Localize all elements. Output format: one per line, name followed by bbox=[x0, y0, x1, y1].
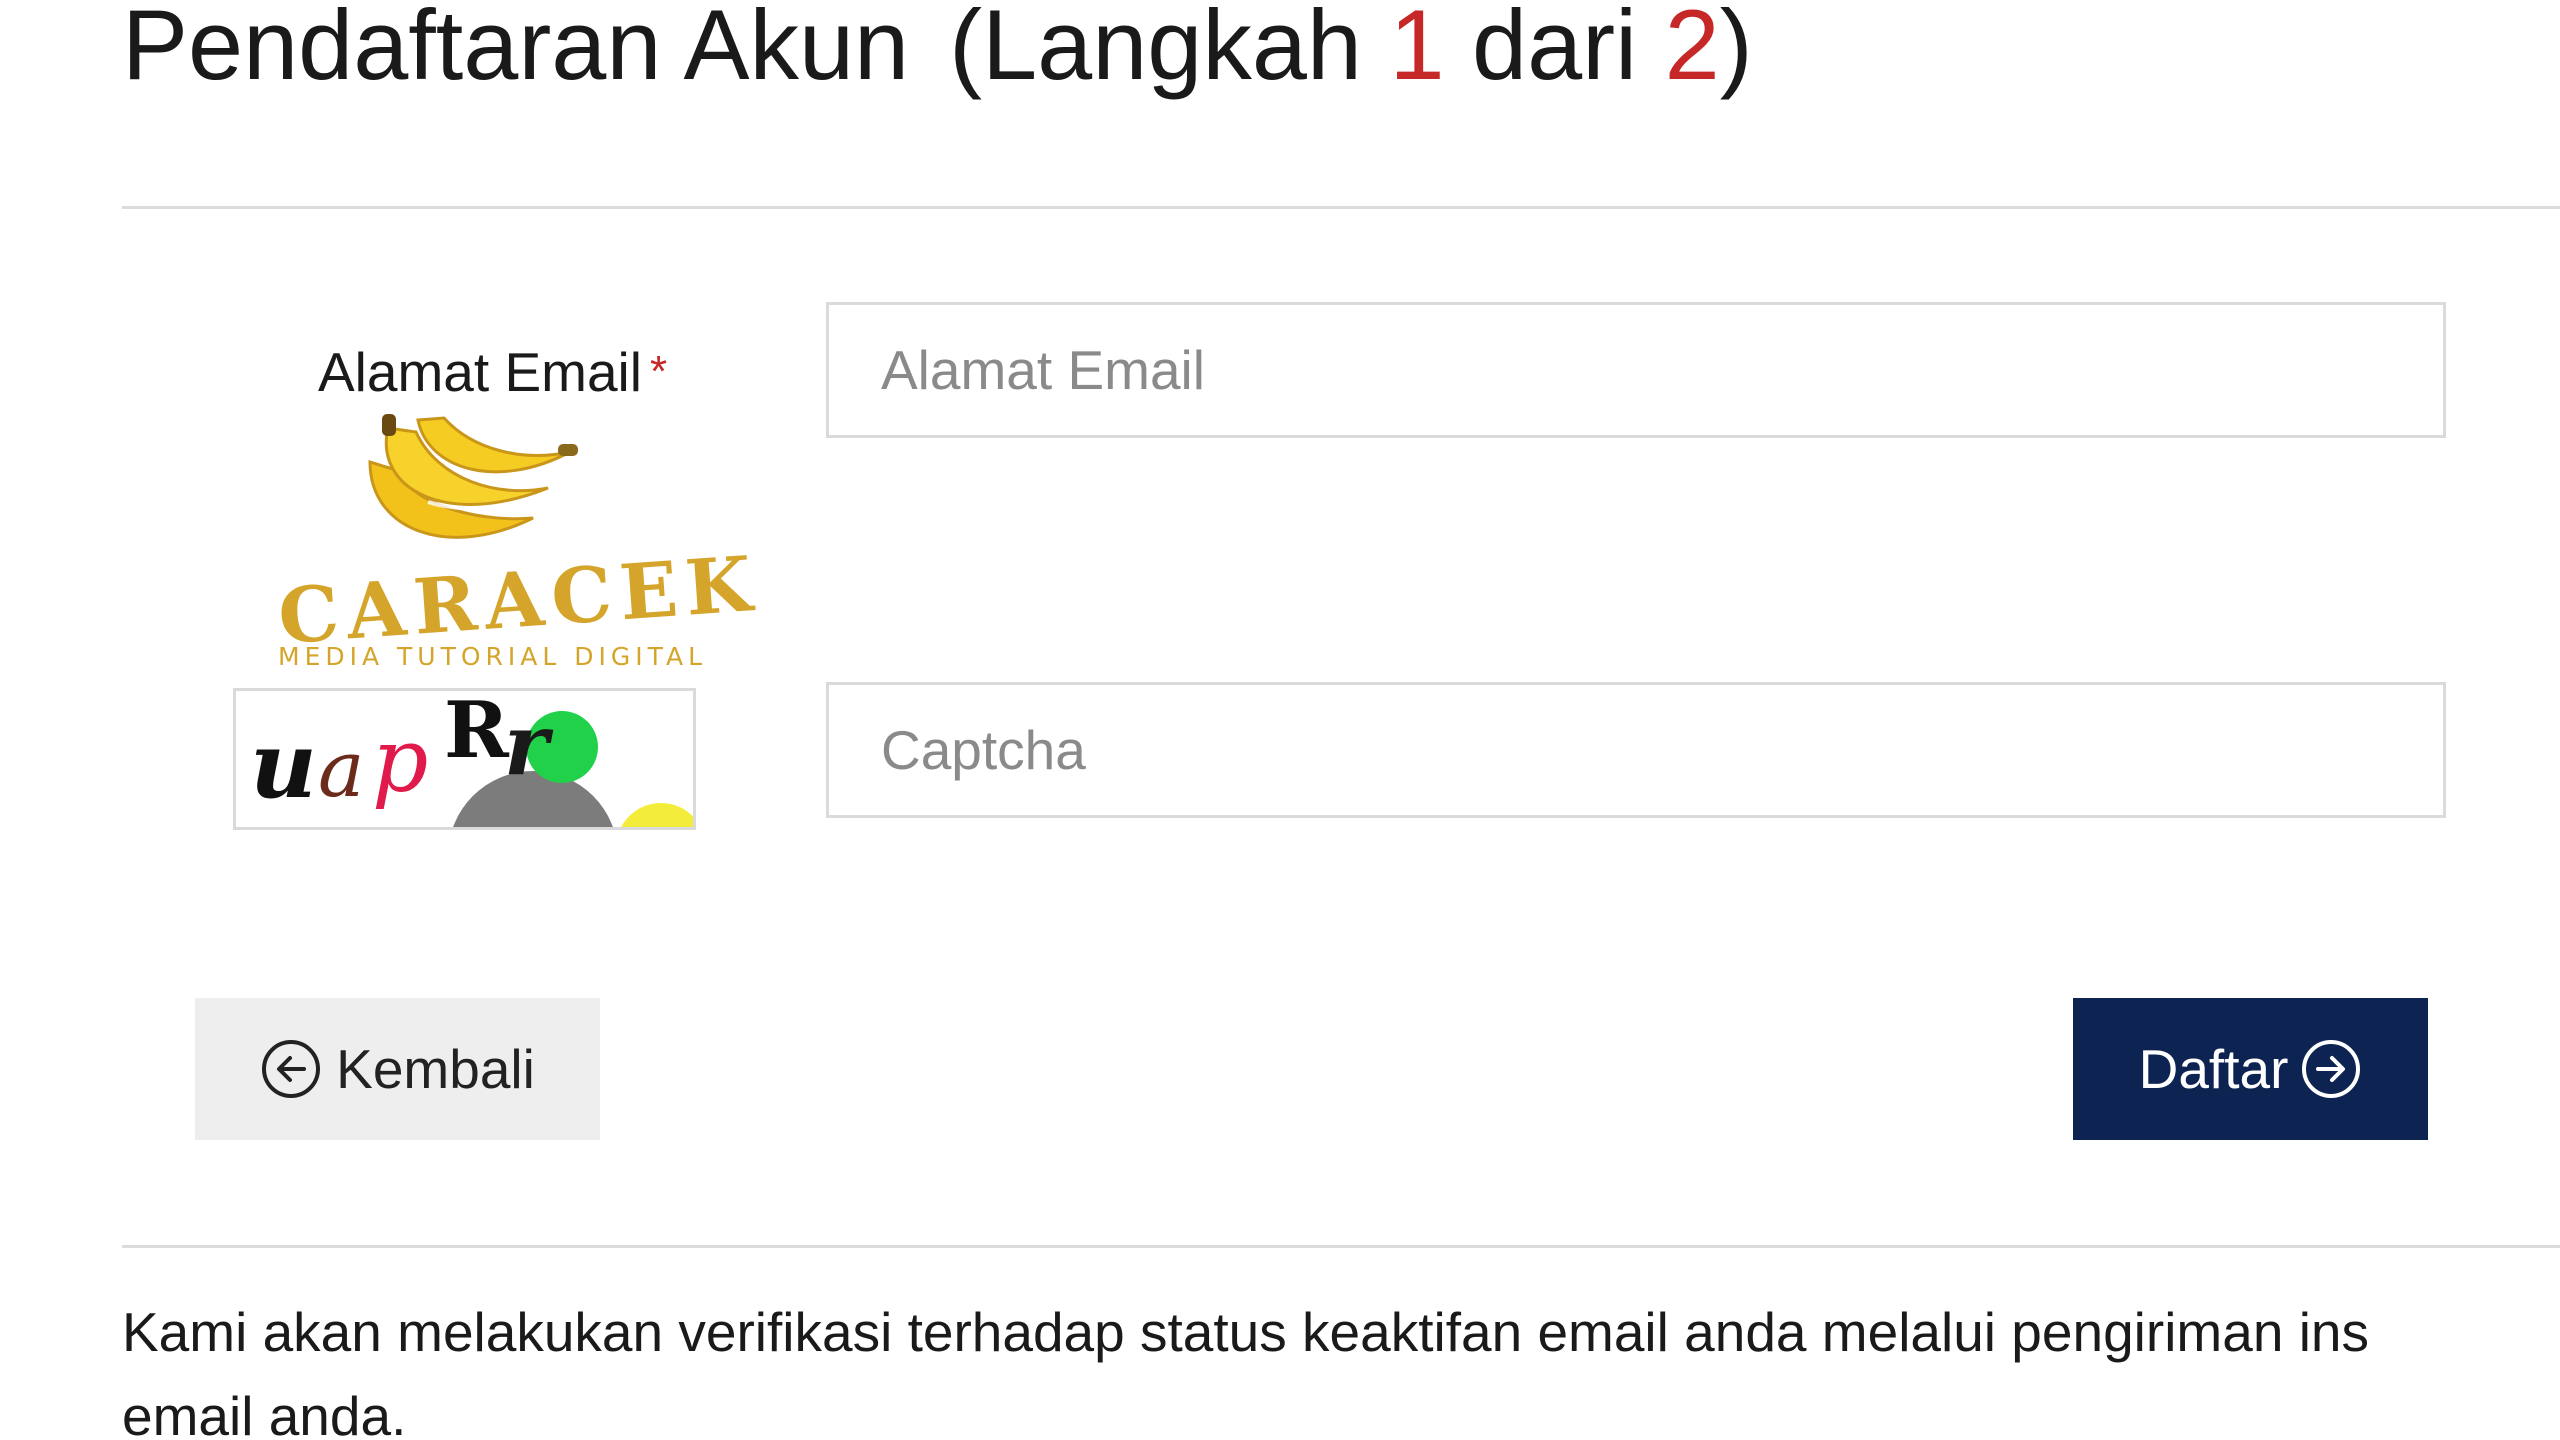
step-middle: dari bbox=[1472, 0, 1638, 100]
back-button[interactable]: Kembali bbox=[195, 998, 600, 1140]
email-label: Alamat Email * bbox=[318, 340, 667, 404]
caracek-logo: CARACEK MEDIA TUTORIAL DIGITAL bbox=[275, 410, 762, 680]
logo-tagline: MEDIA TUTORIAL DIGITAL bbox=[278, 642, 708, 671]
verification-note: Kami akan melakukan verifikasi terhadap … bbox=[122, 1290, 2369, 1440]
bottom-divider bbox=[122, 1245, 2560, 1248]
note-line-1: Kami akan melakukan verifikasi terhadap … bbox=[122, 1301, 2369, 1363]
captcha-char: a bbox=[318, 725, 365, 815]
arrow-left-circle-icon bbox=[260, 1038, 322, 1100]
step-total: 2 bbox=[1664, 0, 1720, 100]
note-line-2: email anda. bbox=[122, 1385, 407, 1440]
captcha-char: u bbox=[250, 711, 317, 819]
captcha-char: p bbox=[372, 709, 429, 812]
captcha-char: r bbox=[504, 695, 549, 794]
register-button[interactable]: Daftar bbox=[2073, 998, 2428, 1140]
title-main: Pendaftaran Akun bbox=[122, 0, 910, 100]
page-title: Pendaftaran Akun (Langkah 1 dari 2) bbox=[122, 0, 1753, 100]
email-label-text: Alamat Email bbox=[318, 341, 642, 403]
top-divider bbox=[122, 206, 2560, 209]
captcha-noise-shape bbox=[616, 803, 693, 827]
captcha-char: R bbox=[444, 688, 509, 776]
register-button-label: Daftar bbox=[2138, 1038, 2289, 1100]
required-asterisk: * bbox=[649, 347, 668, 396]
captcha-image: u a p R r bbox=[233, 688, 696, 830]
step-open: (Langkah bbox=[949, 0, 1362, 100]
arrow-right-circle-icon bbox=[2300, 1038, 2362, 1100]
step-current: 1 bbox=[1389, 0, 1445, 100]
back-button-label: Kembali bbox=[336, 1038, 535, 1100]
registration-page: Pendaftaran Akun (Langkah 1 dari 2) Alama… bbox=[0, 0, 2560, 1440]
captcha-input[interactable] bbox=[826, 682, 2446, 818]
email-input[interactable] bbox=[826, 302, 2446, 438]
banana-icon bbox=[368, 414, 578, 539]
step-close: ) bbox=[1719, 0, 1753, 100]
